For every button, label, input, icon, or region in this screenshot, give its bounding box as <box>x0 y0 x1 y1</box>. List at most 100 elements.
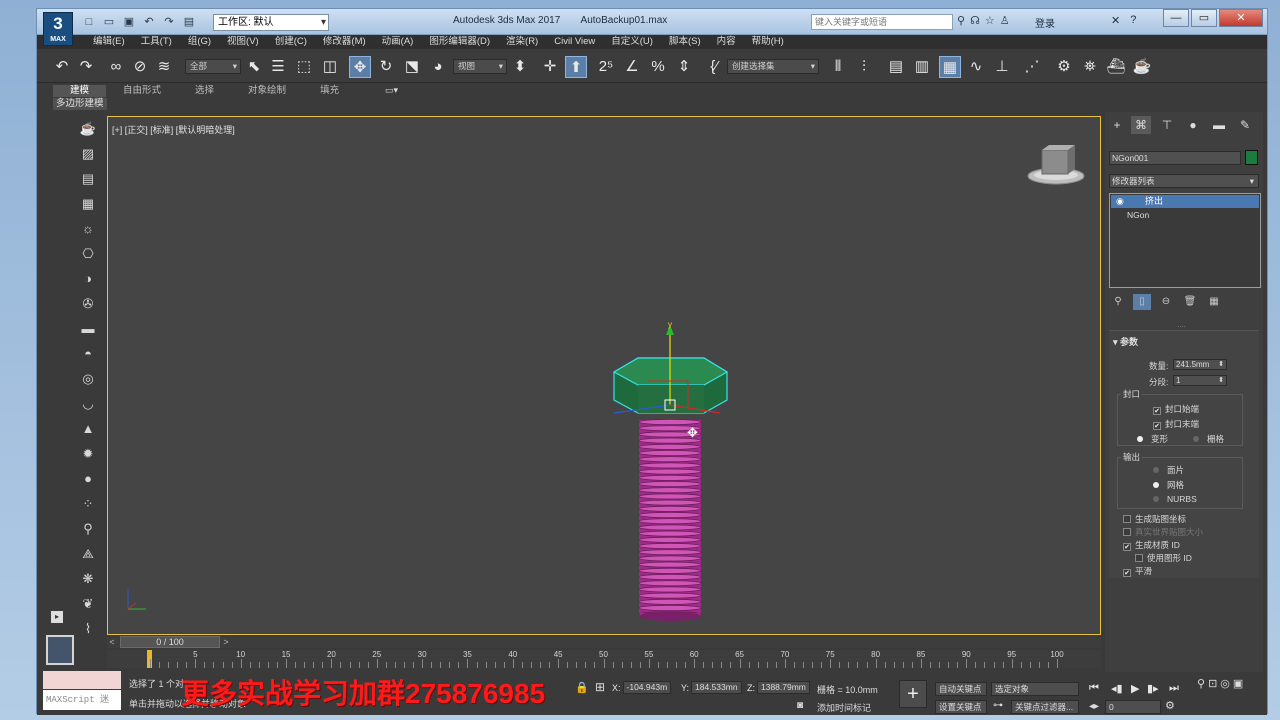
select-object-icon[interactable]: ⬉ <box>243 56 265 78</box>
plant-icon[interactable]: ❦ <box>77 594 99 614</box>
search-input[interactable]: 键入关键字或短语 <box>811 14 953 30</box>
dope-sheet-icon[interactable]: ⊥ <box>991 56 1013 78</box>
cone-icon[interactable]: ▲ <box>77 419 99 439</box>
image-icon[interactable]: ▨ <box>77 144 99 164</box>
create-tab-icon[interactable]: + <box>1107 116 1127 134</box>
object-color-swatch[interactable] <box>1245 150 1258 165</box>
ribbon-options-icon[interactable]: ▭▾ <box>385 85 398 96</box>
cap-start-checkbox[interactable]: ✔ 封口始端 <box>1153 403 1199 415</box>
next-frame-icon[interactable]: > <box>221 636 231 648</box>
time-config-icon[interactable]: ⚙ <box>1165 699 1175 712</box>
pin-stack-icon[interactable]: ⚲ <box>1109 294 1127 310</box>
remove-modifier-icon[interactable]: 🗑 <box>1181 294 1199 310</box>
track-bar[interactable]: 5 10 15 20 25 30 35 40 45 50 55 60 65 70 75 80 85 90 95 100 <box>107 650 1101 668</box>
rollout-title[interactable]: ▾ 参数 <box>1113 335 1138 348</box>
prev-key-icon[interactable]: ◂▮ <box>1111 682 1123 695</box>
z-field[interactable]: 1388.79mm <box>757 681 810 694</box>
gear-icon[interactable]: ❋ <box>77 569 99 589</box>
menu-item[interactable]: 脚本(S) <box>661 36 709 48</box>
exchange-icon[interactable]: ✕ <box>1111 14 1120 27</box>
star-icon[interactable]: ☆ <box>985 14 995 27</box>
snaps-toggle-icon[interactable]: 2⁵ <box>595 56 617 78</box>
next-key-icon[interactable]: ▮▸ <box>1147 682 1159 695</box>
angle-snap-icon[interactable]: ∠ <box>621 56 643 78</box>
stack-item-extrude[interactable]: ◉ 挤出 <box>1111 195 1259 208</box>
document-icon[interactable]: ▤ <box>77 169 99 189</box>
rect-selection-icon[interactable]: ⬚ <box>293 56 315 78</box>
select-by-name-icon[interactable]: ☰ <box>267 56 289 78</box>
gen-mat-ids-checkbox[interactable]: ✔ 生成材质 ID <box>1123 539 1180 551</box>
maximize-icon[interactable]: ▭ <box>1191 9 1217 27</box>
save-icon[interactable]: ▣ <box>121 14 137 30</box>
lock-icon[interactable]: 🔒 <box>575 681 589 694</box>
set-key-button[interactable]: 设置关键点 <box>935 700 987 714</box>
viewport-front[interactable]: [+] [正交] [标准] [默认明暗处理] y ✥ <box>107 116 1101 635</box>
key-mode-icon[interactable]: ⊶ <box>993 700 1003 711</box>
key-mode-toggle-icon[interactable]: ◂▸ <box>1089 701 1099 712</box>
pyramid-icon[interactable]: ⟁ <box>77 544 99 564</box>
add-time-tag[interactable]: 添加时间标记 <box>817 701 871 714</box>
configure-sets-icon[interactable]: ▦ <box>1205 294 1223 310</box>
light-bulb-icon[interactable]: ☼ <box>77 219 99 239</box>
utilities-tab-icon[interactable]: ✎ <box>1235 116 1255 134</box>
stack-item-ngon[interactable]: NGon <box>1127 210 1149 220</box>
layer-explorer-icon[interactable]: ▥ <box>911 56 933 78</box>
amount-spinner[interactable]: 241.5mm <box>1173 359 1227 370</box>
mirror-icon[interactable]: ⫴ <box>827 56 849 78</box>
binoculars-icon[interactable]: ⚲ <box>957 14 965 27</box>
set-key-big-button[interactable]: + <box>899 680 927 708</box>
menu-item[interactable]: 内容 <box>709 36 744 48</box>
workspace-dropdown[interactable]: 工作区: 默认 ▾ <box>213 14 329 31</box>
menu-item[interactable]: 创建(C) <box>267 36 315 48</box>
select-scale-icon[interactable]: ⬔ <box>401 56 423 78</box>
sphere-half-icon[interactable]: ◑ <box>77 269 99 289</box>
time-slider-thumb[interactable]: 0 / 100 <box>120 636 220 648</box>
named-sets-icon[interactable]: {⁄ <box>703 56 725 78</box>
zoom-extents-icon[interactable]: ◎ <box>1220 677 1230 690</box>
link-icon[interactable]: ∞ <box>105 56 127 78</box>
time-tag-icon[interactable]: ◙ <box>797 700 803 711</box>
hierarchy-tab-icon[interactable]: ⊤ <box>1157 116 1177 134</box>
scatter-icon[interactable]: ⁘ <box>77 494 99 514</box>
select-manipulate-icon[interactable]: ✛ <box>539 56 561 78</box>
film-icon[interactable]: ✇ <box>77 294 99 314</box>
show-end-result-icon[interactable]: ▯ <box>1133 294 1151 310</box>
close-icon[interactable]: ✕ <box>1219 9 1263 27</box>
menu-item[interactable]: 图形编辑器(D) <box>421 36 498 48</box>
vine-icon[interactable]: ⌇ <box>77 619 99 639</box>
eye-icon[interactable]: ◉ <box>1116 195 1124 208</box>
bind-spacewarp-icon[interactable]: ≋ <box>153 56 175 78</box>
key-filters-button[interactable]: 关键点过滤器... <box>1011 700 1079 714</box>
ribbon-tab[interactable]: 填充 <box>303 85 356 97</box>
ribbon-tab[interactable]: 选择 <box>178 85 231 97</box>
render-setup-icon[interactable]: ⛯ <box>1079 56 1101 78</box>
cap-end-checkbox[interactable]: ✔ 封口末端 <box>1153 418 1199 430</box>
grid-radio[interactable]: 栅格 <box>1193 433 1224 445</box>
sphere-icon[interactable]: ◎ <box>77 369 99 389</box>
auto-key-button[interactable]: 自动关键点 <box>935 682 987 696</box>
table-icon[interactable]: ▦ <box>77 194 99 214</box>
selected-object-dropdown[interactable]: 选定对象 <box>991 682 1079 696</box>
curve-editor-icon[interactable]: ∿ <box>965 56 987 78</box>
schematic-view-icon[interactable]: ⋰ <box>1021 56 1043 78</box>
viewport-layout-icon[interactable] <box>46 635 74 665</box>
bowl-icon[interactable]: ◡ <box>77 394 99 414</box>
ribbon-toggle-icon[interactable]: ▦ <box>939 56 961 78</box>
ribbon-tab[interactable]: 自由形式 <box>106 85 178 97</box>
user-icon[interactable]: ♙ <box>1000 14 1010 27</box>
login-link[interactable]: 登录 <box>1035 15 1055 30</box>
nurbs-radio[interactable]: NURBS <box>1153 494 1197 504</box>
absolute-mode-icon[interactable]: ⊞ <box>595 680 605 694</box>
teapot-icon[interactable]: ☕ <box>77 119 99 139</box>
help-icon[interactable]: ? <box>1130 14 1136 27</box>
smooth-checkbox[interactable]: ✔ 平滑 <box>1123 565 1152 577</box>
go-start-icon[interactable]: ⏮ <box>1089 682 1099 695</box>
project-icon[interactable]: ▤ <box>181 14 197 30</box>
maxscript-input[interactable]: MAXScript 迷 <box>43 690 121 710</box>
ribbon-subpanel[interactable]: 多边形建模 <box>53 98 107 110</box>
new-file-icon[interactable]: □ <box>81 14 97 30</box>
selection-filter-dropdown[interactable]: 全部 <box>185 59 241 74</box>
unlink-icon[interactable]: ⊘ <box>129 56 151 78</box>
time-slider[interactable]: < 0 / 100 > <box>107 636 1101 648</box>
render-icon[interactable]: ☕ <box>1131 56 1153 78</box>
